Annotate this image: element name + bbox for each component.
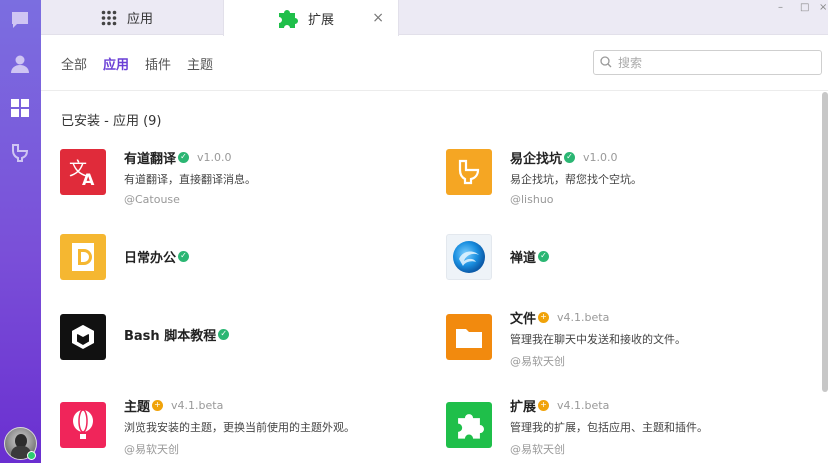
close-window-button[interactable]: × xyxy=(819,2,827,13)
app-card-yiqi-zhaokeng[interactable]: 易企找坑 ✓ v1.0.0 易企找坑，帮您找个空坑。 @lishuo xyxy=(446,149,776,219)
builtin-badge-icon: + xyxy=(538,311,550,323)
app-card-files[interactable]: 文件 + v4.1.beta 管理我在聊天中发送和接收的文件。 @易软天创 xyxy=(446,309,776,379)
app-author[interactable]: @lishuo xyxy=(510,193,554,206)
grid-icon xyxy=(101,10,117,26)
filter-apps[interactable]: 应用 xyxy=(103,54,129,73)
verified-badge-icon: ✓ xyxy=(564,151,576,163)
app-card-themes[interactable]: 主题 + v4.1.beta 浏览我安装的主题，更换当前使用的主题外观。 @易软… xyxy=(60,397,390,463)
app-name: 有道翻译 xyxy=(124,151,177,167)
tab-extensions[interactable]: 扩展 × xyxy=(223,0,399,36)
app-description: 易企找坑，帮您找个空坑。 xyxy=(510,173,642,186)
filter-all[interactable]: 全部 xyxy=(61,54,87,73)
app-version: v1.0.0 xyxy=(197,150,232,164)
app-name: 主题 xyxy=(124,399,151,415)
app-name: 易企找坑 xyxy=(510,151,563,167)
app-name: 禅道 xyxy=(510,250,537,266)
app-description: 管理我在聊天中发送和接收的文件。 xyxy=(510,333,686,346)
app-name: 日常办公 xyxy=(124,250,177,266)
app-name: Bash 脚本教程 xyxy=(124,328,217,344)
app-description: 有道翻译，直接翻译消息。 xyxy=(124,173,256,186)
daily-office-icon xyxy=(60,234,106,280)
verified-badge-icon: ✓ xyxy=(218,328,230,340)
cube-icon xyxy=(60,314,106,360)
builtin-badge-icon: + xyxy=(152,399,164,411)
tab-bar: 应用 扩展 × – □ × xyxy=(41,0,828,36)
zentao-logo-icon xyxy=(446,234,492,280)
builtin-badge-icon: + xyxy=(538,399,550,411)
app-name: 扩展 xyxy=(510,399,537,415)
app-description: 浏览我安装的主题，更换当前使用的主题外观。 xyxy=(124,421,355,434)
app-version: v1.0.0 xyxy=(583,150,618,164)
puzzle-icon xyxy=(446,402,492,448)
section-title: 已安装 - 应用 (9) xyxy=(61,114,162,129)
apps-grid-icon[interactable] xyxy=(9,97,31,119)
verified-badge-icon: ✓ xyxy=(178,151,190,163)
tab-close-button[interactable]: × xyxy=(372,10,384,26)
search-icon xyxy=(600,53,612,72)
app-card-zentao[interactable]: 禅道 ✓ xyxy=(446,234,776,304)
balloon-icon xyxy=(60,402,106,448)
filter-tabs: 全部 应用 插件 主题 xyxy=(61,54,229,73)
divider xyxy=(41,90,828,91)
app-author[interactable]: @易软天创 xyxy=(510,441,565,457)
app-author[interactable]: @易软天创 xyxy=(124,441,179,457)
search-input[interactable] xyxy=(618,55,808,70)
folder-icon xyxy=(446,314,492,360)
app-card-extensions[interactable]: 扩展 + v4.1.beta 管理我的扩展，包括应用、主题和插件。 @易软天创 xyxy=(446,397,776,463)
contacts-icon[interactable] xyxy=(9,53,31,75)
puzzle-icon xyxy=(276,7,298,29)
app-description: 管理我的扩展，包括应用、主题和插件。 xyxy=(510,421,708,434)
tab-apps[interactable]: 应用 xyxy=(101,0,153,35)
app-version: v4.1.beta xyxy=(557,310,610,324)
toilet-icon[interactable] xyxy=(9,141,31,163)
scrollbar[interactable] xyxy=(822,92,828,392)
verified-badge-icon: ✓ xyxy=(178,250,190,262)
app-author[interactable]: @易软天创 xyxy=(510,353,565,369)
app-name: 文件 xyxy=(510,311,537,327)
tab-apps-label: 应用 xyxy=(127,12,154,27)
verified-badge-icon: ✓ xyxy=(538,250,550,262)
minimize-button[interactable]: – xyxy=(778,2,783,13)
translate-icon: 文A xyxy=(60,149,106,195)
tab-extensions-label: 扩展 xyxy=(308,12,335,28)
svg-text:A: A xyxy=(82,170,95,188)
app-version: v4.1.beta xyxy=(171,398,224,412)
app-version: v4.1.beta xyxy=(557,398,610,412)
chat-icon[interactable] xyxy=(9,9,31,31)
maximize-button[interactable]: □ xyxy=(800,2,809,13)
filter-themes[interactable]: 主题 xyxy=(187,54,213,73)
sidebar xyxy=(0,0,41,463)
filter-plugins[interactable]: 插件 xyxy=(145,54,171,73)
app-author[interactable]: @Catouse xyxy=(124,193,180,206)
toilet-icon xyxy=(446,149,492,195)
search-box[interactable] xyxy=(593,50,822,75)
app-card-daily-office[interactable]: 日常办公 ✓ xyxy=(60,234,390,304)
app-card-bash-tutorial[interactable]: Bash 脚本教程 ✓ xyxy=(60,314,390,384)
app-card-youdao[interactable]: 文A 有道翻译 ✓ v1.0.0 有道翻译，直接翻译消息。 @Catouse xyxy=(60,149,390,219)
online-status-indicator xyxy=(27,451,36,460)
